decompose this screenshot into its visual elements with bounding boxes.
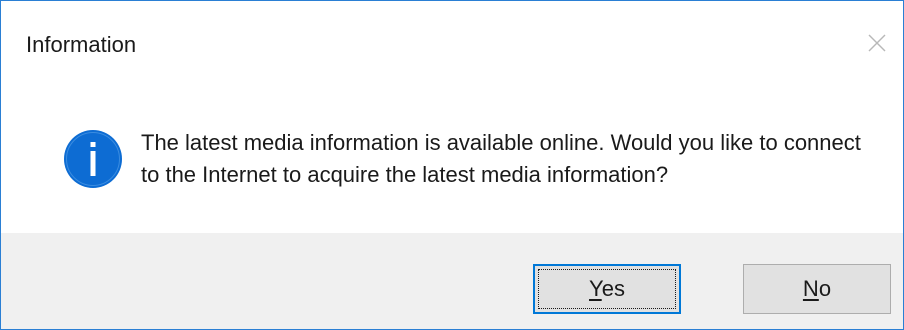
yes-button-label: Yes — [589, 276, 625, 302]
yes-button[interactable]: Yes — [533, 264, 681, 314]
yes-label-rest: es — [601, 276, 625, 301]
dialog-title: Information — [26, 32, 137, 57]
info-icon — [64, 130, 122, 188]
close-button[interactable] — [857, 23, 897, 63]
no-button-label: No — [803, 276, 831, 302]
no-mnemonic: N — [802, 276, 819, 301]
close-icon — [868, 34, 886, 52]
dialog-content: The latest media information is availabl… — [1, 83, 903, 233]
dialog-message: The latest media information is availabl… — [141, 130, 861, 187]
no-label-rest: o — [818, 276, 832, 301]
title-bar: Information — [1, 1, 903, 83]
no-button[interactable]: No — [743, 264, 891, 314]
yes-mnemonic: Y — [589, 276, 602, 301]
button-bar: Yes No — [1, 233, 903, 329]
information-dialog: Information The latest media information… — [0, 0, 904, 330]
